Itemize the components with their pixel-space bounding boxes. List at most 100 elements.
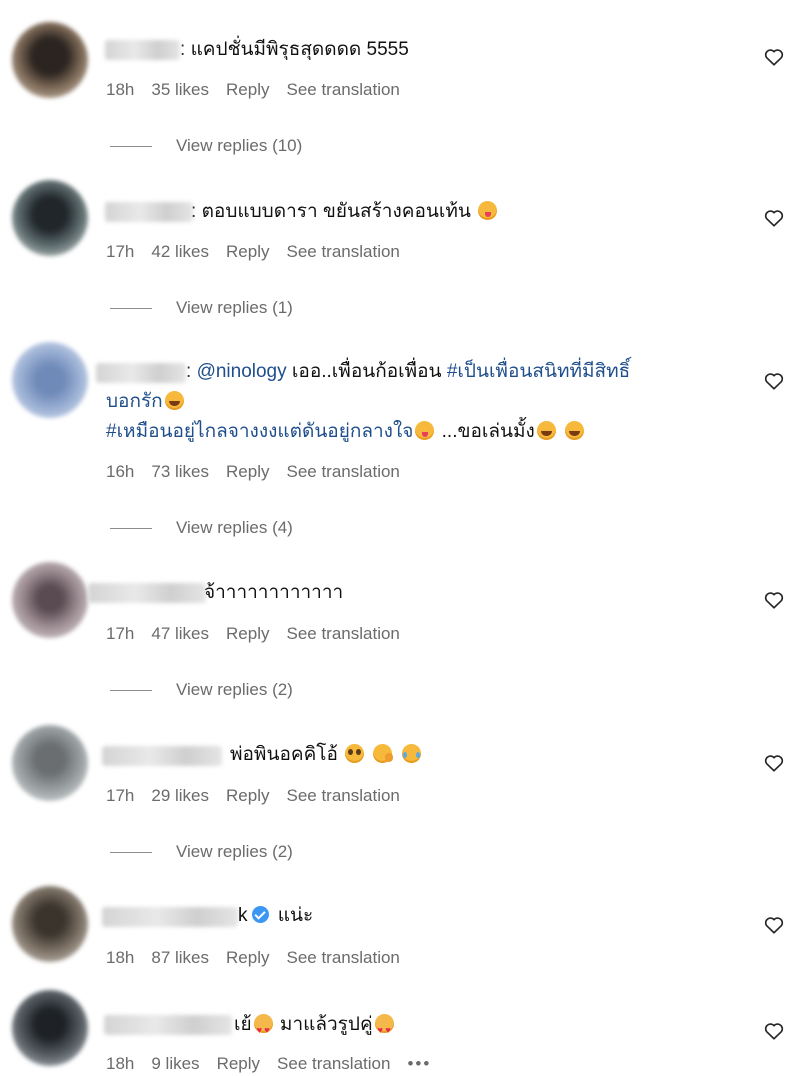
verified-badge-icon bbox=[251, 906, 269, 923]
comment-text-line-1: : @ninology เออ..เพื่อนก้อเพื่อน #เป็นเพ… bbox=[186, 361, 631, 382]
likes-count[interactable]: 35 likes bbox=[151, 80, 209, 99]
reply-button[interactable]: Reply bbox=[226, 242, 269, 261]
hashtag-link[interactable]: #เป็นเพื่อนสนิทที่มีสิทธิ์ bbox=[447, 361, 630, 382]
view-replies-button[interactable]: View replies (1) bbox=[110, 298, 293, 318]
avatar[interactable] bbox=[12, 990, 88, 1066]
likes-count[interactable]: 29 likes bbox=[151, 786, 209, 805]
username-blurred[interactable] bbox=[96, 363, 186, 383]
timestamp: 16h bbox=[106, 462, 135, 481]
comment-text-line-3: #เหมือนอยู่ไกลจางงงแต่ดันอยู่กลางใจ ...ข… bbox=[106, 418, 586, 446]
tongue-emoji-icon bbox=[415, 421, 435, 440]
avatar[interactable] bbox=[12, 342, 88, 418]
username-blurred[interactable] bbox=[102, 907, 238, 927]
reply-button[interactable]: Reply bbox=[226, 786, 269, 805]
heart-outline-icon[interactable] bbox=[764, 1022, 784, 1040]
rofl-emoji-icon bbox=[536, 421, 556, 440]
timestamp: 18h bbox=[106, 948, 135, 967]
comment-text: k แน่ะ bbox=[238, 902, 313, 930]
timestamp: 18h bbox=[106, 1054, 135, 1073]
likes-count[interactable]: 42 likes bbox=[151, 242, 209, 261]
username-blurred[interactable] bbox=[105, 202, 193, 222]
view-replies-button[interactable]: View replies (2) bbox=[110, 842, 293, 862]
username-suffix: k bbox=[238, 905, 248, 926]
comment-body: พ่อพินอคคิโอ้ bbox=[230, 744, 338, 765]
comment-text-line-2: บอกรัก bbox=[106, 388, 186, 416]
replies-divider-line bbox=[110, 307, 152, 309]
see-translation-button[interactable]: See translation bbox=[286, 786, 399, 805]
hashtag-link[interactable]: บอกรัก bbox=[106, 391, 163, 412]
heart-outline-icon[interactable] bbox=[764, 916, 784, 934]
comment-meta: 18h 87 likes Reply See translation bbox=[106, 948, 417, 968]
reply-button[interactable]: Reply bbox=[226, 462, 269, 481]
more-options-icon[interactable]: ••• bbox=[407, 1054, 431, 1073]
comment-meta: 17h 47 likes Reply See translation bbox=[106, 624, 417, 644]
comment-meta: 17h 29 likes Reply See translation bbox=[106, 786, 417, 806]
heart-eyes-emoji-icon bbox=[374, 1014, 394, 1044]
comment-body: แคปชั่นมีพิรุธสุดดดด 5555 bbox=[190, 39, 409, 60]
hashtag-link[interactable]: #เหมือนอยู่ไกลจางงงแต่ดันอยู่กลางใจ bbox=[106, 421, 413, 442]
username-blurred[interactable] bbox=[105, 40, 180, 60]
comment-body: ตอบแบบดารา ขยันสร้างคอนเท้น bbox=[201, 201, 471, 222]
heart-outline-icon[interactable] bbox=[764, 209, 784, 227]
heart-outline-icon[interactable] bbox=[764, 372, 784, 390]
username-blurred[interactable] bbox=[104, 1015, 232, 1035]
rofl-emoji-icon bbox=[164, 391, 184, 410]
heart-outline-icon[interactable] bbox=[764, 48, 784, 66]
username-suffix: เย้ bbox=[234, 1014, 252, 1035]
comment-body: แน่ะ bbox=[277, 905, 314, 926]
comment-text: จ้าาาาาาาาาาาา bbox=[204, 579, 343, 607]
username-blurred[interactable] bbox=[102, 746, 222, 766]
avatar[interactable] bbox=[12, 562, 88, 638]
view-replies-label: View replies (1) bbox=[176, 298, 293, 317]
replies-divider-line bbox=[110, 851, 152, 853]
reply-button[interactable]: Reply bbox=[226, 948, 269, 967]
comment-text: : แคปชั่นมีพิรุธสุดดดด 5555 bbox=[180, 39, 409, 60]
comment-text: พ่อพินอคคิโอ้ bbox=[230, 741, 423, 769]
see-translation-button[interactable]: See translation bbox=[286, 948, 399, 967]
comment-meta: 18h 35 likes Reply See translation bbox=[106, 80, 417, 100]
heart-outline-icon[interactable] bbox=[764, 754, 784, 772]
replies-divider-line bbox=[110, 527, 152, 529]
reply-button[interactable]: Reply bbox=[226, 80, 269, 99]
view-replies-label: View replies (4) bbox=[176, 518, 293, 537]
likes-count[interactable]: 9 likes bbox=[151, 1054, 199, 1073]
comment-body: มาแล้วรูปคู่ bbox=[279, 1014, 373, 1035]
username-blurred[interactable] bbox=[88, 583, 206, 603]
likes-count[interactable]: 73 likes bbox=[151, 462, 209, 481]
avatar[interactable] bbox=[12, 886, 88, 962]
reply-button[interactable]: Reply bbox=[217, 1054, 260, 1073]
comment-meta: 17h 42 likes Reply See translation bbox=[106, 242, 417, 262]
likes-count[interactable]: 47 likes bbox=[151, 624, 209, 643]
see-translation-button[interactable]: See translation bbox=[286, 242, 399, 261]
likes-count[interactable]: 87 likes bbox=[151, 948, 209, 967]
avatar[interactable] bbox=[12, 725, 88, 801]
view-replies-button[interactable]: View replies (4) bbox=[110, 518, 293, 538]
comment-text: : ตอบแบบดารา ขยันสร้างคอนเท้น bbox=[191, 198, 499, 226]
tongue-emoji-icon bbox=[478, 201, 498, 220]
replies-divider-line bbox=[110, 145, 152, 147]
avatar[interactable] bbox=[12, 22, 88, 98]
see-translation-button[interactable]: See translation bbox=[286, 462, 399, 481]
timestamp: 18h bbox=[106, 80, 135, 99]
view-replies-button[interactable]: View replies (10) bbox=[110, 136, 302, 156]
reply-button[interactable]: Reply bbox=[226, 624, 269, 643]
rofl-emoji-icon bbox=[565, 421, 585, 440]
avatar[interactable] bbox=[12, 180, 88, 256]
pleading-face-emoji-icon bbox=[345, 744, 365, 763]
comment-text: เย้ มาแล้วรูปคู่ bbox=[234, 1011, 396, 1044]
heart-eyes-emoji-icon bbox=[253, 1014, 273, 1044]
joy-tears-emoji-icon bbox=[401, 744, 421, 763]
see-translation-button[interactable]: See translation bbox=[286, 80, 399, 99]
timestamp: 17h bbox=[106, 242, 135, 261]
mention-link[interactable]: @ninology bbox=[197, 361, 287, 382]
view-replies-label: View replies (2) bbox=[176, 842, 293, 861]
see-translation-button[interactable]: See translation bbox=[277, 1054, 390, 1073]
heart-outline-icon[interactable] bbox=[764, 591, 784, 609]
shushing-face-emoji-icon bbox=[373, 744, 394, 763]
replies-divider-line bbox=[110, 689, 152, 691]
comment-body: เออ..เพื่อนก้อเพื่อน bbox=[291, 361, 442, 382]
view-replies-button[interactable]: View replies (2) bbox=[110, 680, 293, 700]
comment-body-end: ...ขอเล่นมั้ง bbox=[441, 421, 535, 442]
see-translation-button[interactable]: See translation bbox=[286, 624, 399, 643]
view-replies-label: View replies (10) bbox=[176, 136, 303, 155]
